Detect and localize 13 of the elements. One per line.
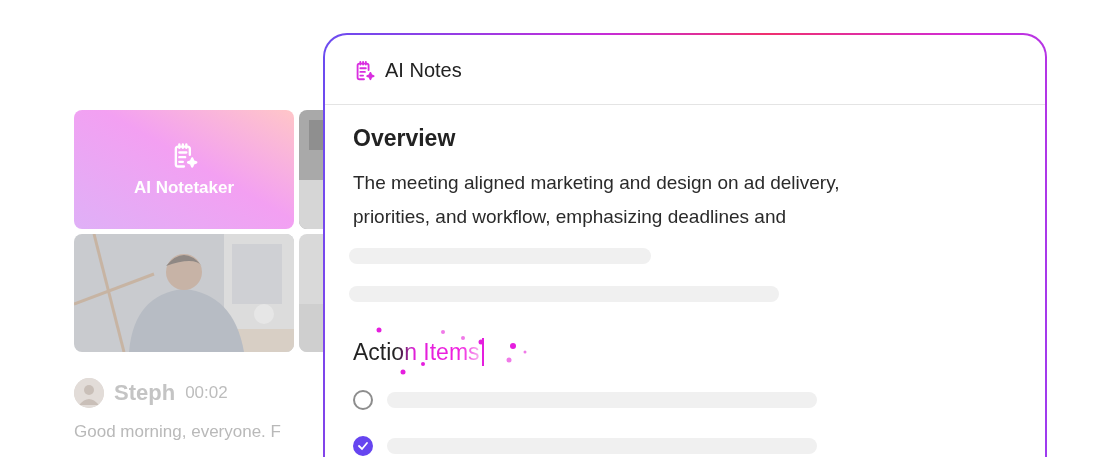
- tile-label: AI Notetaker: [133, 177, 235, 198]
- avatar: [74, 378, 104, 408]
- overview-text: The meeting aligned marketing and design on ad delivery, priorities, and workflow, emphasizing deadlines and: [353, 171, 841, 229]
- text-cursor: [481, 338, 484, 366]
- checkbox[interactable]: [353, 390, 373, 410]
- timestamp: 00:02: [185, 383, 228, 403]
- checkbox[interactable]: [353, 436, 373, 456]
- section-heading: Overview: [353, 125, 457, 152]
- speaker-name: Steph: [114, 380, 176, 406]
- transcript-text: Good morning, everyone. F: [74, 422, 282, 442]
- card-title: AI Notes: [385, 59, 462, 82]
- check-icon: [357, 440, 369, 452]
- notetaker-tile[interactable]: AI Notetaker: [74, 110, 294, 229]
